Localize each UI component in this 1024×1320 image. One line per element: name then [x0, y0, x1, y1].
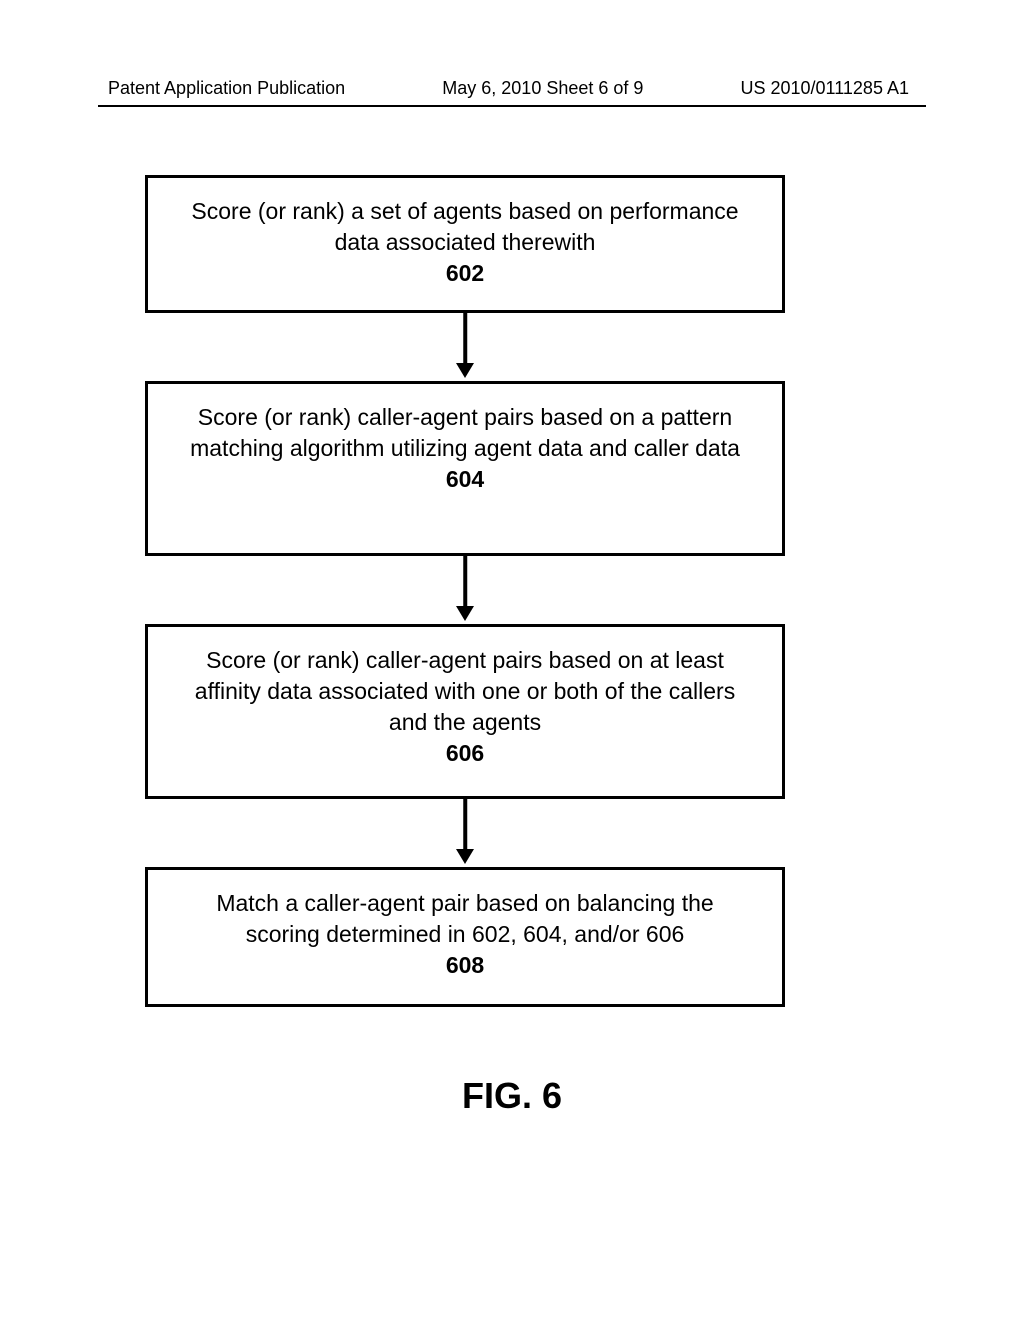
- step-text: Score (or rank) a set of agents based on…: [191, 198, 738, 255]
- step-text: Match a caller-agent pair based on balan…: [216, 890, 713, 947]
- flowchart: Score (or rank) a set of agents based on…: [145, 175, 785, 1007]
- header-publication-number: US 2010/0111285 A1: [741, 78, 909, 99]
- flowchart-arrow: [145, 799, 785, 867]
- arrow-head-icon: [456, 849, 474, 864]
- header-divider: [98, 105, 926, 107]
- flowchart-arrow: [145, 556, 785, 624]
- page-header: Patent Application Publication May 6, 20…: [0, 78, 1024, 99]
- step-number: 608: [446, 952, 484, 978]
- arrow-line: [463, 556, 467, 608]
- arrow-head-icon: [456, 363, 474, 378]
- step-text: Score (or rank) caller-agent pairs based…: [195, 647, 735, 735]
- flowchart-step-604: Score (or rank) caller-agent pairs based…: [145, 381, 785, 556]
- flowchart-step-608: Match a caller-agent pair based on balan…: [145, 867, 785, 1007]
- arrow-head-icon: [456, 606, 474, 621]
- figure-label: FIG. 6: [0, 1075, 1024, 1117]
- step-number: 604: [446, 466, 484, 492]
- step-number: 606: [446, 740, 484, 766]
- header-publication-type: Patent Application Publication: [108, 78, 345, 99]
- header-date-sheet: May 6, 2010 Sheet 6 of 9: [442, 78, 643, 99]
- flowchart-arrow: [145, 313, 785, 381]
- arrow-line: [463, 313, 467, 365]
- flowchart-step-602: Score (or rank) a set of agents based on…: [145, 175, 785, 313]
- arrow-line: [463, 799, 467, 851]
- step-text: Score (or rank) caller-agent pairs based…: [190, 404, 740, 461]
- step-number: 602: [446, 260, 484, 286]
- flowchart-step-606: Score (or rank) caller-agent pairs based…: [145, 624, 785, 799]
